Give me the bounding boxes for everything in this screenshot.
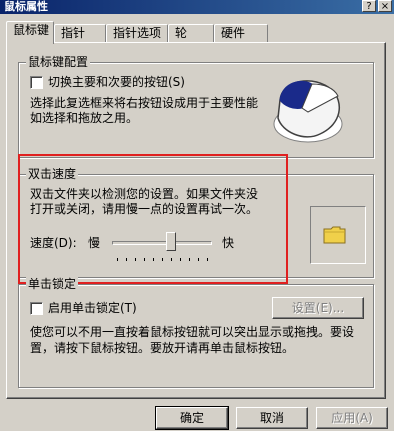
tab-label: 指针选项: [113, 26, 162, 40]
title-bar: 鼠标属性: [0, 0, 394, 14]
tab-label: 轮: [175, 26, 188, 40]
tab-buttons[interactable]: 鼠标键: [6, 21, 54, 44]
ok-button[interactable]: 确定: [155, 406, 229, 430]
tab-wheel[interactable]: 轮: [168, 24, 214, 43]
click-lock-settings-button[interactable]: 设置(E)...: [272, 297, 364, 319]
click-lock-label[interactable]: 启用单击锁定(T): [48, 300, 137, 316]
window-title: 鼠标属性: [4, 0, 48, 13]
click-lock-description-1: 使您可以不用一直按着鼠标按钮就可以突出显示或拖拽。要设: [30, 325, 355, 339]
button-config-description-1: 选择此复选框来将右按钮设成用于主要性能: [30, 96, 259, 110]
tab-pointers[interactable]: 指针: [54, 24, 106, 43]
apply-button[interactable]: 应用(A): [316, 407, 388, 429]
help-button[interactable]: ?: [362, 0, 376, 12]
click-lock-checkbox[interactable]: [30, 302, 43, 315]
group-legend: 鼠标键配置: [26, 55, 91, 69]
tab-label: 指针: [61, 26, 86, 40]
switch-buttons-label[interactable]: 切换主要和次要的按钮(S): [48, 74, 185, 90]
highlight-box: [18, 154, 288, 284]
button-config-description-2: 如选择和拖放之用。: [30, 111, 139, 125]
test-area[interactable]: [310, 206, 366, 264]
tab-pointer-options[interactable]: 指针选项: [106, 24, 168, 43]
tab-hardware[interactable]: 硬件: [214, 24, 268, 43]
tab-label: 鼠标键: [13, 23, 50, 37]
cancel-button[interactable]: 取消: [236, 407, 308, 429]
mouse-illustration-icon: [273, 80, 343, 143]
switch-buttons-checkbox[interactable]: [30, 76, 43, 89]
click-lock-description-2: 置，请按下鼠标按钮。要放开请再单击鼠标按钮。: [30, 341, 295, 355]
close-button[interactable]: ×: [378, 0, 392, 12]
group-legend: 单击锁定: [26, 277, 79, 291]
folder-icon[interactable]: [323, 225, 347, 245]
tab-label: 硬件: [221, 26, 246, 40]
